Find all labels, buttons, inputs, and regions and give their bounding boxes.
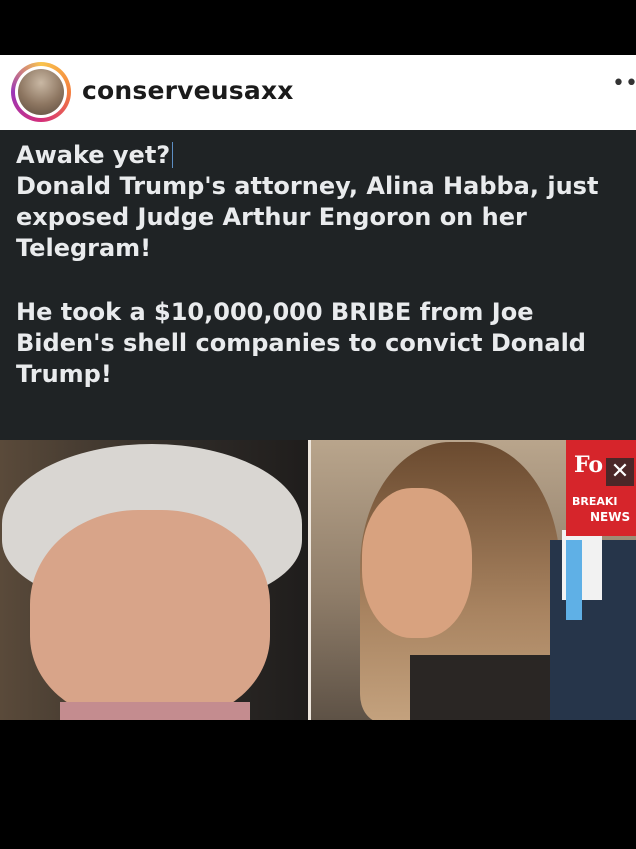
text-cursor bbox=[172, 142, 174, 168]
screenshot-frame: conserveusaxx ••• Awake yet? Donald Trum… bbox=[0, 0, 636, 849]
post-header: conserveusaxx ••• bbox=[0, 55, 636, 130]
man-face-shape bbox=[30, 510, 270, 720]
news-label-line-1: BREAKI bbox=[572, 495, 618, 508]
breaking-news-badge: Fo ✕ BREAKI NEWS bbox=[566, 440, 636, 536]
news-brand-text: Fo bbox=[574, 452, 604, 478]
photo-divider bbox=[308, 440, 311, 720]
caption-line-3: He took a $10,000,000 BRIBE from Joe Bid… bbox=[16, 298, 586, 388]
background-person-tie bbox=[566, 540, 582, 620]
close-icon[interactable]: ✕ bbox=[606, 458, 634, 486]
caption-line-2: Donald Trump's attorney, Alina Habba, ju… bbox=[16, 172, 599, 262]
post-caption: Awake yet? Donald Trump's attorney, Alin… bbox=[16, 140, 626, 390]
man-shirt-shape bbox=[60, 702, 250, 720]
caption-line-1: Awake yet? bbox=[16, 141, 171, 169]
story-ring[interactable] bbox=[11, 62, 71, 122]
more-options-icon[interactable]: ••• bbox=[612, 77, 636, 97]
woman-face-shape bbox=[362, 488, 472, 638]
avatar bbox=[18, 69, 64, 115]
post-text-area: Awake yet? Donald Trump's attorney, Alin… bbox=[0, 130, 636, 440]
post-image[interactable]: Fo ✕ BREAKI NEWS bbox=[0, 440, 636, 720]
username-link[interactable]: conserveusaxx bbox=[82, 76, 294, 105]
woman-jacket-shape bbox=[410, 655, 550, 720]
news-label-line-2: NEWS bbox=[590, 510, 631, 524]
